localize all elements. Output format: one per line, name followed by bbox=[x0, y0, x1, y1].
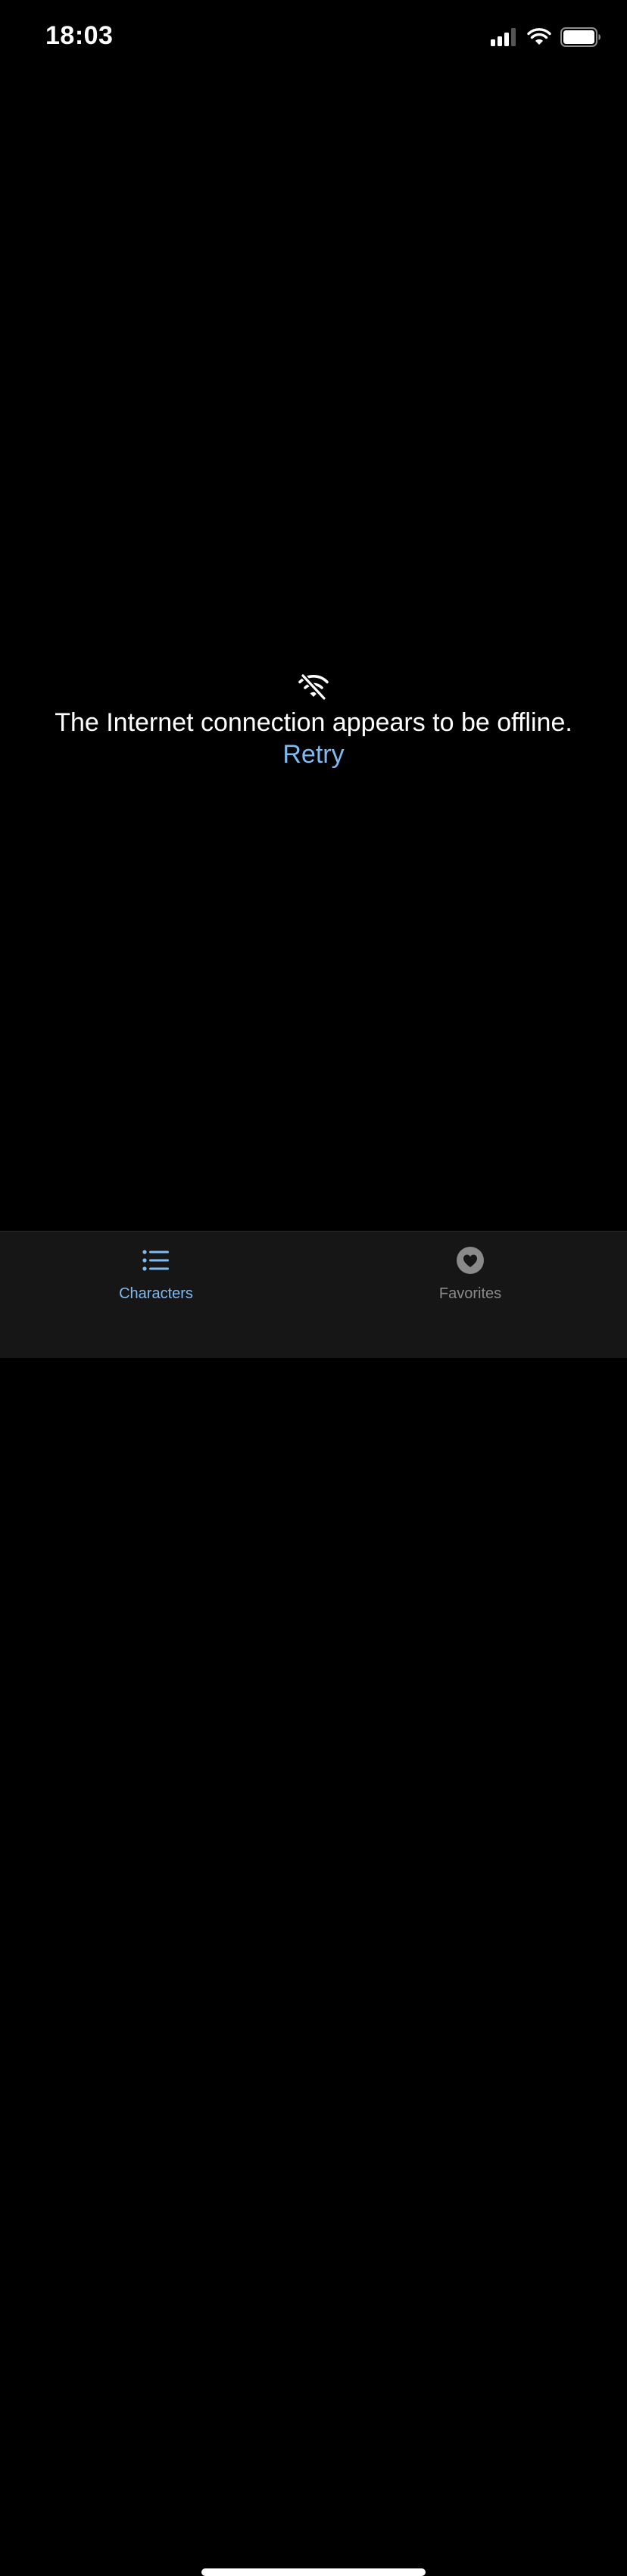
wifi-off-icon bbox=[297, 671, 330, 701]
home-indicator[interactable] bbox=[201, 2568, 426, 2576]
status-icons bbox=[491, 27, 601, 47]
status-time: 18:03 bbox=[45, 21, 114, 50]
retry-button[interactable]: Retry bbox=[282, 738, 344, 771]
list-icon bbox=[141, 1245, 171, 1276]
cellular-signal-icon bbox=[491, 28, 518, 46]
tab-favorites[interactable]: Favorites bbox=[395, 1245, 546, 1303]
tab-bar: Characters Favorites bbox=[0, 1231, 627, 2576]
offline-message: The Internet connection appears to be of… bbox=[55, 708, 572, 737]
offline-state: The Internet connection appears to be of… bbox=[0, 671, 627, 771]
wifi-icon bbox=[527, 28, 551, 46]
status-bar: 18:03 bbox=[0, 0, 627, 76]
heart-circle-icon bbox=[455, 1245, 485, 1276]
tab-favorites-label: Favorites bbox=[438, 1285, 502, 1302]
battery-icon bbox=[560, 27, 601, 47]
tab-characters-label: Characters bbox=[119, 1285, 193, 1302]
tab-characters[interactable]: Characters bbox=[80, 1245, 232, 1303]
